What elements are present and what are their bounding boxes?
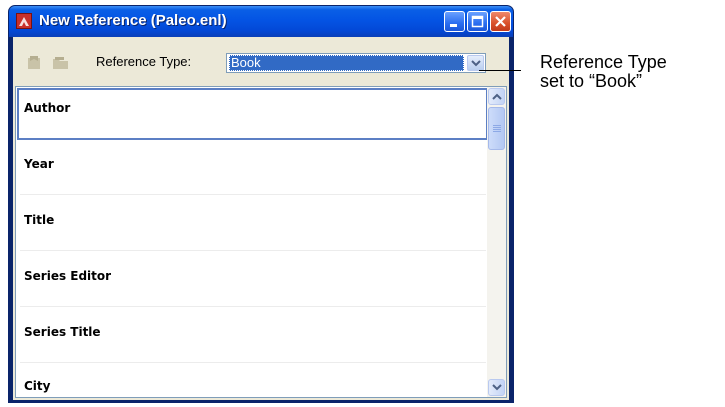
app-icon	[16, 13, 32, 29]
fields-panel: Author Year Title Series Editor Series T…	[15, 86, 507, 398]
minimize-button[interactable]	[444, 11, 465, 32]
scroll-down-button[interactable]	[488, 379, 505, 396]
callout-annotation: Reference Type set to “Book”	[540, 53, 667, 91]
chevron-down-icon	[492, 384, 502, 391]
dropdown-button[interactable]	[467, 55, 484, 71]
client-area: Reference Type: Book Author Year Title S…	[13, 37, 509, 400]
reference-window: New Reference (Paleo.enl) Reference Type…	[8, 5, 514, 403]
divider	[20, 362, 486, 363]
divider	[20, 306, 486, 307]
bookmark-icon[interactable]	[26, 55, 44, 71]
maximize-icon	[471, 15, 484, 28]
grip-line	[493, 127, 501, 128]
toolbar: Reference Type: Book	[13, 37, 509, 84]
title-bar[interactable]: New Reference (Paleo.enl)	[9, 6, 513, 37]
close-button[interactable]	[490, 11, 511, 32]
field-label-title[interactable]: Title	[24, 213, 54, 227]
window-title: New Reference (Paleo.enl)	[39, 12, 227, 29]
scroll-up-button[interactable]	[488, 88, 505, 105]
reference-type-value: Book	[229, 55, 464, 71]
author-field[interactable]	[17, 88, 488, 140]
callout-line-1: Reference Type	[540, 52, 667, 72]
divider	[20, 194, 486, 195]
field-label-series-title[interactable]: Series Title	[24, 325, 101, 339]
grip-line	[493, 129, 501, 130]
field-label-series-editor[interactable]: Series Editor	[24, 269, 111, 283]
scroll-thumb[interactable]	[488, 107, 505, 150]
field-label-author: Author	[24, 101, 71, 115]
minimize-icon	[450, 24, 457, 27]
close-icon	[495, 16, 506, 27]
callout-line-2: set to “Book”	[540, 71, 643, 91]
grip-line	[493, 125, 501, 126]
callout-line	[479, 70, 521, 71]
vertical-scrollbar[interactable]	[487, 87, 506, 397]
reference-type-select[interactable]: Book	[226, 53, 486, 73]
grip-line	[493, 131, 501, 132]
maximize-button[interactable]	[467, 11, 488, 32]
divider	[20, 250, 486, 251]
reference-type-label: Reference Type:	[96, 54, 192, 69]
chevron-down-icon	[471, 60, 481, 67]
field-label-year[interactable]: Year	[24, 157, 54, 171]
folder-icon[interactable]	[52, 55, 70, 71]
chevron-up-icon	[492, 93, 502, 100]
field-label-city[interactable]: City	[24, 379, 50, 393]
